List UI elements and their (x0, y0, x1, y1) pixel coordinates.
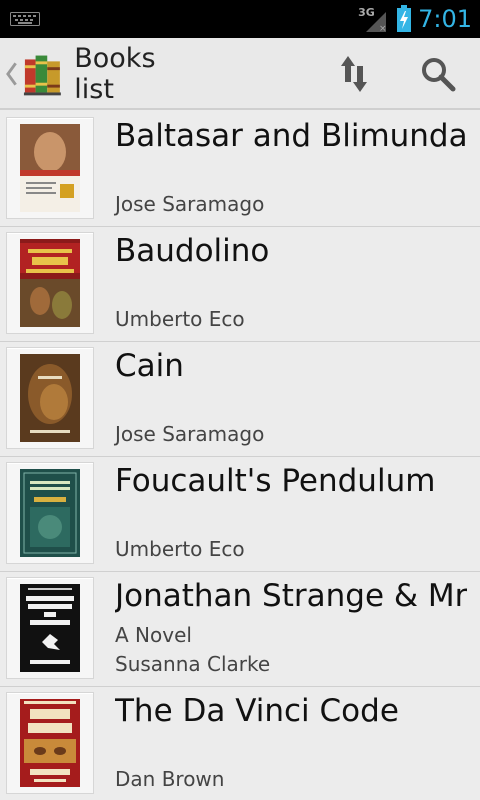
keyboard-icon (10, 12, 40, 26)
search-icon (422, 58, 456, 92)
book-list-item[interactable]: Jonathan Strange & Mr A Novel Susanna Cl… (0, 572, 480, 687)
signal-3g-icon: 3G × (358, 4, 390, 34)
book-list-item[interactable]: Baltasar and Blimunda Jose Saramago (0, 112, 480, 227)
book-author: Susanna Clarke (115, 652, 271, 676)
book-list: Baltasar and Blimunda Jose Saramago Baud… (0, 112, 480, 800)
home-up-button[interactable]: Books list (0, 38, 200, 110)
book-title: Foucault's Pendulum (115, 463, 436, 499)
book-title: Jonathan Strange & Mr (115, 578, 468, 614)
book-cover-image (20, 124, 80, 212)
book-title: Baudolino (115, 233, 270, 269)
book-author: Jose Saramago (115, 422, 265, 446)
book-cover-image (20, 584, 80, 672)
action-bar: Books list (0, 38, 480, 110)
book-cover-frame (6, 462, 94, 564)
battery-charging-icon (397, 5, 412, 32)
book-author: Dan Brown (115, 767, 225, 791)
search-button[interactable] (412, 48, 464, 100)
book-cover-image (20, 354, 80, 442)
book-cover-image (20, 699, 80, 787)
book-cover-image (20, 469, 80, 557)
sort-icon (341, 56, 367, 92)
book-list-item[interactable]: The Da Vinci Code Dan Brown (0, 687, 480, 800)
up-chevron-icon (6, 62, 17, 86)
app-books-logo-icon (23, 55, 61, 96)
status-bar: 3G × 7:01 (0, 0, 480, 38)
sort-button[interactable] (330, 48, 378, 100)
book-title: The Da Vinci Code (115, 693, 399, 729)
book-list-item[interactable]: Cain Jose Saramago (0, 342, 480, 457)
book-cover-image (20, 239, 80, 327)
page-title: Books list (74, 43, 156, 105)
clock-time: 7:01 (418, 5, 472, 33)
book-cover-frame (6, 117, 94, 219)
book-cover-frame (6, 347, 94, 449)
book-subtitle: A Novel (115, 623, 192, 647)
book-title: Baltasar and Blimunda (115, 118, 468, 154)
book-list-item[interactable]: Baudolino Umberto Eco (0, 227, 480, 342)
book-title: Cain (115, 348, 184, 384)
book-cover-frame (6, 692, 94, 794)
book-cover-frame (6, 232, 94, 334)
book-list-item[interactable]: Foucault's Pendulum Umberto Eco (0, 457, 480, 572)
svg-text:×: × (379, 24, 387, 34)
book-author: Umberto Eco (115, 537, 245, 561)
book-author: Umberto Eco (115, 307, 245, 331)
book-cover-frame (6, 577, 94, 679)
book-author: Jose Saramago (115, 192, 265, 216)
